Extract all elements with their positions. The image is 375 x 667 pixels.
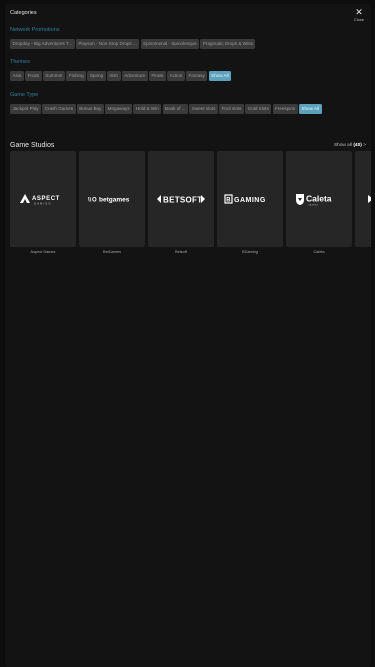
partial-logo	[355, 191, 371, 207]
chip-network-promotion[interactable]: Pragmatic Drops & Wins	[200, 39, 256, 49]
studio-name: BGaming	[242, 250, 258, 254]
chip-theme[interactable]: Fruits	[25, 71, 42, 81]
game-type-show-all-button[interactable]: Show All	[298, 104, 322, 114]
chip-theme[interactable]: Summer	[42, 71, 66, 81]
chip-game-type[interactable]: Book of ...	[162, 104, 189, 114]
game-type-title: Game Type	[10, 92, 39, 98]
chip-theme[interactable]: Fantasy	[186, 71, 208, 81]
betgames-logo: \\ O betgames	[79, 191, 145, 207]
chip-theme[interactable]: Asia	[10, 71, 24, 81]
studio-tile: B GAMING	[217, 151, 283, 247]
studio-name: Caleta	[313, 250, 325, 254]
chip-theme[interactable]: Adventure	[121, 71, 148, 81]
chip-game-type[interactable]: Sweet slots	[189, 104, 218, 114]
aspect-gaming-logo: ASPECT GAMING	[10, 191, 76, 207]
svg-text:O: O	[92, 198, 97, 204]
categories-panel: Categories ✕ Close Network Promotions Dr…	[5, 4, 371, 667]
game-studios-title: Game Studios	[10, 142, 55, 149]
themes-chips: Asia Fruits Summer Fishing Spring Irish Advent…	[10, 71, 367, 89]
chip-game-type[interactable]: Freespins	[272, 104, 298, 114]
network-promotions-chips: Dropday - Big Adventures T... Playson - N…	[10, 39, 367, 57]
studio-tile: Caleta GAMING	[286, 151, 352, 247]
chip-theme[interactable]: Pirate	[148, 71, 166, 81]
svg-text:Caleta: Caleta	[306, 194, 332, 204]
studio-name: BetGames	[103, 250, 121, 254]
svg-text:ASPECT: ASPECT	[32, 196, 60, 202]
svg-text:B: B	[226, 198, 231, 204]
chip-game-type[interactable]: Megaways	[105, 104, 133, 114]
caleta-logo: Caleta GAMING	[286, 191, 352, 207]
studio-tile: BETSOFT	[148, 151, 214, 247]
chip-game-type[interactable]: Bonus Buy	[76, 104, 104, 114]
studio-name: Aspect Games	[30, 250, 56, 254]
close-icon: ✕	[355, 7, 363, 17]
studio-tile: \\ O betgames	[79, 151, 145, 247]
game-type-chips: Jackpot Play Crash Games Bonus Buy Megaways…	[10, 104, 367, 122]
chip-game-type[interactable]: Crash Games	[42, 104, 76, 114]
studio-card-partial[interactable]	[355, 151, 371, 247]
panel-title: Categories	[10, 10, 37, 16]
svg-text:BETSOFT: BETSOFT	[163, 196, 202, 205]
chip-theme[interactable]: Action	[167, 71, 185, 81]
chip-game-type[interactable]: Fruit slots	[219, 104, 244, 114]
studio-name: Betsoft	[175, 250, 187, 254]
close-label: Close	[353, 17, 365, 22]
chip-network-promotion[interactable]: Playson - Non-Stop Drops ...	[75, 39, 140, 49]
chip-network-promotion[interactable]: Dropday - Big Adventures T...	[10, 39, 75, 49]
studio-card-betgames[interactable]: \\ O betgames BetGames	[79, 151, 145, 254]
themes-title: Themes	[10, 59, 30, 65]
studio-card-aspect-games[interactable]: ASPECT GAMING Aspect Games	[10, 151, 76, 254]
chevron-right-icon: >	[363, 143, 366, 148]
svg-text:GAMING: GAMING	[34, 202, 52, 206]
studio-tile	[355, 151, 371, 247]
show-all-text: Show all	[333, 143, 352, 148]
chip-game-type[interactable]: Gold Slots	[245, 104, 272, 114]
svg-text:GAMING: GAMING	[308, 204, 319, 207]
studios-show-all-link[interactable]: Show all (40) >	[334, 143, 366, 148]
betsoft-logo: BETSOFT	[148, 191, 214, 207]
chip-game-type[interactable]: Jackpot Play	[10, 104, 42, 114]
studio-card-betsoft[interactable]: BETSOFT Betsoft	[148, 151, 214, 254]
bgaming-logo: B GAMING	[217, 191, 283, 207]
studio-cards-row: ASPECT GAMING Aspect Games \\ O betgames…	[10, 151, 371, 261]
studio-card-caleta[interactable]: Caleta GAMING Caleta	[286, 151, 352, 254]
chip-theme[interactable]: Irish	[106, 71, 121, 81]
svg-text:betgames: betgames	[99, 197, 130, 204]
close-button[interactable]: ✕ Close	[352, 7, 366, 23]
show-all-count: (40)	[353, 143, 362, 148]
svg-text:GAMING: GAMING	[234, 197, 266, 204]
network-promotions-title: Network Promotions	[10, 27, 60, 33]
chip-theme[interactable]: Fishing	[66, 71, 87, 81]
studio-card-bgaming[interactable]: B GAMING BGaming	[217, 151, 283, 254]
chip-theme[interactable]: Spring	[87, 71, 106, 81]
studio-tile: ASPECT GAMING	[10, 151, 76, 247]
panel-header: Categories ✕ Close	[5, 4, 371, 26]
themes-show-all-button[interactable]: Show All	[208, 71, 232, 81]
chip-game-type[interactable]: Hold & Win	[133, 104, 162, 114]
chip-network-promotion[interactable]: Spinomenal - Spinolesque	[140, 39, 200, 49]
